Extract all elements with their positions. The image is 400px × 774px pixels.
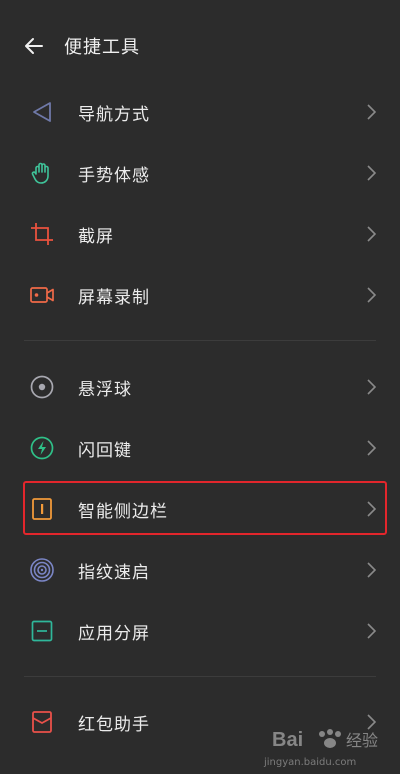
chevron-right-icon <box>367 104 377 120</box>
list-item-label: 屏幕录制 <box>78 288 150 308</box>
section-divider <box>24 340 376 341</box>
baidu-jingyan-watermark: Bai 经验 jingyan.baidu.com <box>264 724 394 768</box>
list-item-label: 闪回键 <box>78 441 132 461</box>
svg-text:经验: 经验 <box>346 731 378 750</box>
list-item-label: 红包助手 <box>78 715 150 735</box>
baidu-logo-icon: Bai 经验 <box>272 729 378 751</box>
header: 便捷工具 <box>0 0 400 92</box>
flash-back-icon <box>30 436 54 460</box>
list-item-label: 智能侧边栏 <box>78 502 168 522</box>
screen-record-icon <box>30 287 54 303</box>
back-arrow-icon[interactable] <box>22 34 46 58</box>
chevron-right-icon <box>367 379 377 395</box>
chevron-right-icon <box>367 623 377 639</box>
list-item-smart-sidebar[interactable]: 智能侧边栏 <box>0 479 400 540</box>
chevron-right-icon <box>367 165 377 181</box>
smart-sidebar-icon <box>32 498 52 520</box>
chevron-right-icon <box>367 226 377 242</box>
page-title: 便捷工具 <box>64 37 140 58</box>
list-item-label: 悬浮球 <box>78 380 132 400</box>
list-item-split-screen[interactable]: 应用分屏 <box>0 601 400 662</box>
chevron-right-icon <box>367 440 377 456</box>
navigation-arrow-icon <box>33 102 51 122</box>
list-item-label: 应用分屏 <box>78 624 150 644</box>
watermark-url: jingyan.baidu.com <box>264 757 357 768</box>
chevron-right-icon <box>367 287 377 303</box>
split-screen-icon <box>31 620 53 642</box>
list-item-fingerprint[interactable]: 指纹速启 <box>0 540 400 601</box>
fingerprint-icon <box>30 558 54 582</box>
list-item-screen-record[interactable]: 屏幕录制 <box>0 265 400 326</box>
svg-text:Bai: Bai <box>272 729 303 751</box>
list-item-label: 导航方式 <box>78 105 150 125</box>
list-item-label: 截屏 <box>78 227 114 247</box>
list-item-navigation[interactable]: 导航方式 <box>0 82 400 143</box>
list-item-floating-ball[interactable]: 悬浮球 <box>0 357 400 418</box>
crop-screenshot-icon <box>31 223 53 245</box>
red-envelope-icon <box>32 711 52 733</box>
section-divider <box>24 676 376 677</box>
chevron-right-icon <box>367 562 377 578</box>
list-item-gesture[interactable]: 手势体感 <box>0 143 400 204</box>
chevron-right-icon <box>367 501 377 517</box>
floating-ball-icon <box>30 375 54 399</box>
list-item-label: 手势体感 <box>78 166 150 186</box>
hand-gesture-icon <box>31 162 49 184</box>
list-item-label: 指纹速启 <box>78 563 150 583</box>
list-item-screenshot[interactable]: 截屏 <box>0 204 400 265</box>
list-item-flash-back[interactable]: 闪回键 <box>0 418 400 479</box>
